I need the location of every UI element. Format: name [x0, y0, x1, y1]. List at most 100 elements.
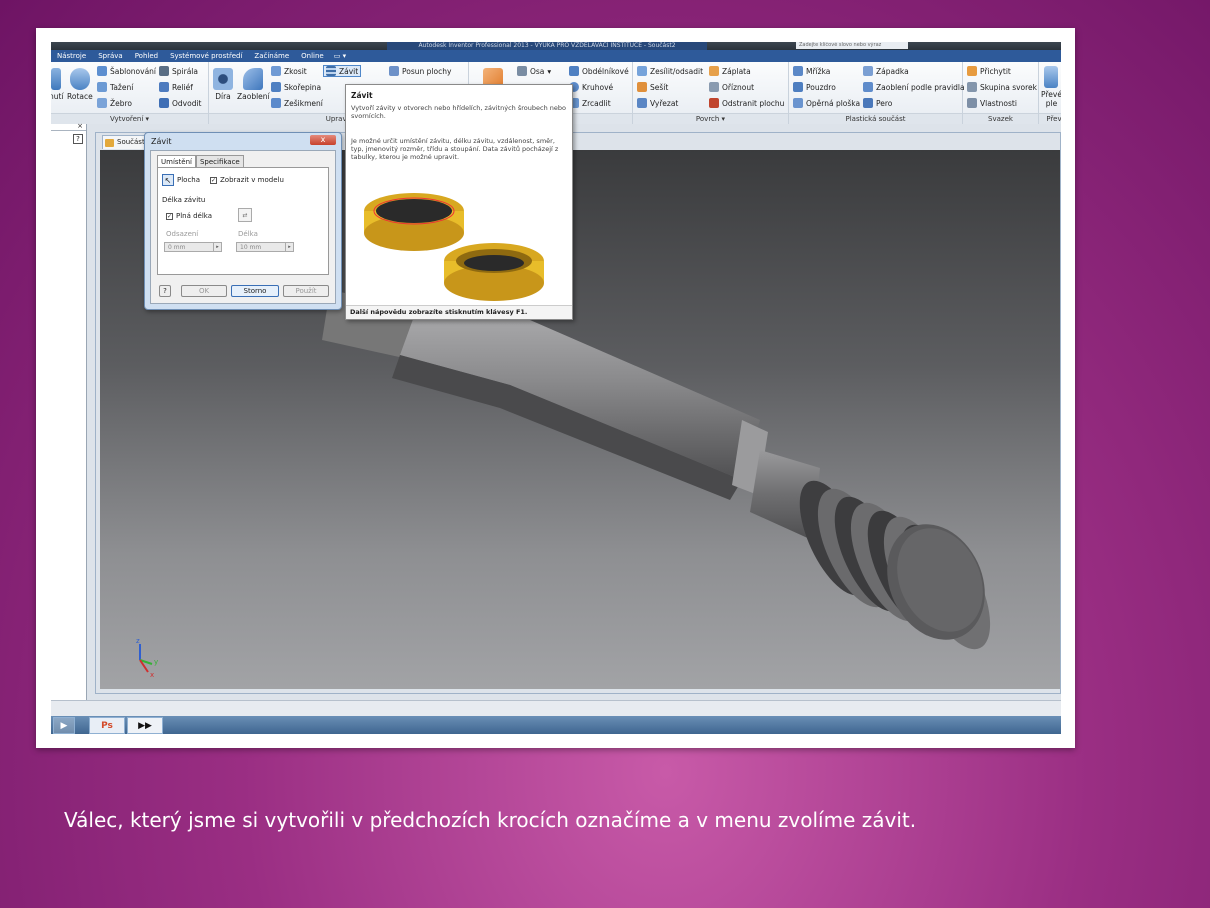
posun-plochy-button[interactable]: Posun plochy: [389, 66, 451, 76]
zesikmeni-label: Zešikmení: [284, 98, 323, 108]
ok-button[interactable]: OK: [181, 285, 227, 297]
ribbon-options-dropdown[interactable]: ▭ ▾: [330, 52, 350, 60]
dialog-help-button[interactable]: ?: [159, 285, 171, 297]
grill-icon: [793, 66, 803, 76]
pouzdro-button[interactable]: Pouzdro: [793, 82, 836, 92]
plna-delka-checkbox[interactable]: ✓ Plná délka: [166, 212, 212, 220]
vlastnosti-button[interactable]: Vlastnosti: [967, 98, 1017, 108]
oriznout-button[interactable]: Oříznout: [709, 82, 754, 92]
skorepina-button[interactable]: Skořepina: [271, 82, 321, 92]
zapadka-label: Západka: [876, 66, 909, 76]
delka-zavitu-group-label: Délka závitu: [162, 196, 205, 204]
zobrazit-v-modelu-checkbox[interactable]: ✓ Zobrazit v modelu: [210, 176, 284, 184]
relief-label: Reliéf: [172, 82, 193, 92]
slide-caption: Válec, který jsme si vytvořili v předcho…: [64, 808, 917, 832]
chevron-right-icon[interactable]: ▸: [285, 243, 293, 251]
zaplata-button[interactable]: Záplata: [709, 66, 751, 76]
operna-ploska-button[interactable]: Opěrná ploška: [793, 98, 860, 108]
taskbar-media-player[interactable]: ▶: [53, 717, 75, 734]
mrizka-button[interactable]: Mřížka: [793, 66, 830, 76]
zaobleni-button[interactable]: Zaoblení: [237, 68, 270, 101]
operna-ploska-label: Opěrná ploška: [806, 98, 861, 108]
pouzit-button[interactable]: Použít: [283, 285, 329, 297]
odsazeni-label-row: Odsazení: [166, 230, 198, 238]
flip-icon: ⇄: [238, 208, 252, 222]
sculpt-icon: [637, 98, 647, 108]
sesit-button[interactable]: Sešít: [637, 82, 668, 92]
zapadka-button[interactable]: Západka: [863, 66, 909, 76]
prevest-button[interactable]: Převé ple: [1041, 66, 1061, 108]
group-plasticka-soucast: Mřížka Pouzdro Opěrná ploška Západka Zao…: [789, 62, 965, 124]
zrcadlit-button[interactable]: Zrcadlit: [569, 98, 611, 108]
dira-button[interactable]: Díra: [213, 68, 233, 101]
delka-input[interactable]: 10 mm ▸: [236, 242, 294, 252]
chevron-right-icon[interactable]: ▸: [213, 243, 221, 251]
browser-header: ×: [51, 122, 86, 131]
rotace-button[interactable]: Rotace: [67, 68, 93, 101]
tab-zaciname[interactable]: Začínáme: [248, 50, 295, 62]
zavit-button[interactable]: Závit: [323, 65, 362, 77]
skupina-svorek-button[interactable]: Skupina svorek: [967, 82, 1037, 92]
tooltip-title: Závit: [351, 91, 373, 100]
taskbar-inventor[interactable]: ▶▶: [127, 717, 163, 734]
vyrezat-button[interactable]: Vyřezat: [637, 98, 678, 108]
close-icon[interactable]: ×: [77, 122, 83, 130]
lip-icon: [863, 98, 873, 108]
tab-pohled[interactable]: Pohled: [129, 50, 164, 62]
odstranit-plochu-button[interactable]: Odstranit plochu: [709, 98, 784, 108]
group-label-vytvoreni[interactable]: Vytvoření ▾: [51, 113, 208, 124]
loft-icon: [97, 66, 107, 76]
spirala-button[interactable]: Spirála: [159, 66, 198, 76]
tazeni-button[interactable]: Tažení: [97, 82, 133, 92]
tab-nastroje[interactable]: Nástroje: [51, 50, 92, 62]
delka-field-row: 10 mm ▸: [236, 242, 294, 252]
boss-icon: [793, 82, 803, 92]
group-label-svazek: Svazek: [963, 113, 1038, 124]
osa-button[interactable]: Osa ▾: [517, 66, 551, 76]
zkosit-button[interactable]: Zkosit: [271, 66, 307, 76]
tab-systemove-prostredi[interactable]: Systémové prostředí: [164, 50, 248, 62]
emboss-icon: [159, 82, 169, 92]
ribbon-tabs: Nástroje Správa Pohled Systémové prostře…: [51, 50, 1061, 62]
help-icon[interactable]: ?: [73, 134, 83, 144]
sablonovani-button[interactable]: Šablonování: [97, 66, 156, 76]
zrcadlit-label: Zrcadlit: [582, 98, 611, 108]
odvodit-button[interactable]: Odvodit: [159, 98, 201, 108]
storno-button[interactable]: Storno: [231, 285, 279, 297]
zesilit-button[interactable]: Zesílit/odsadit: [637, 66, 703, 76]
obdelnikove-button[interactable]: Obdélníkové: [569, 66, 629, 76]
osa-label: Osa: [530, 66, 545, 76]
mrizka-label: Mřížka: [806, 66, 831, 76]
group-label-povrch[interactable]: Povrch ▾: [633, 113, 788, 124]
tab-sprava[interactable]: Správa: [92, 50, 129, 62]
taskbar-photoshop[interactable]: Ps: [89, 717, 125, 734]
zesikmeni-button[interactable]: Zešikmení: [271, 98, 323, 108]
extrude-button[interactable]: nutí: [51, 68, 64, 101]
zobrazit-label: Zobrazit v modelu: [220, 176, 284, 184]
zaobleni-podle-pravidla-button[interactable]: Zaoblení podle pravidla: [863, 82, 965, 92]
plna-delka-label: Plná délka: [176, 212, 213, 220]
pero-button[interactable]: Pero: [863, 98, 892, 108]
checkbox-checked-icon: ✓: [166, 212, 173, 220]
odsazeni-input[interactable]: 0 mm ▸: [164, 242, 222, 252]
revolve-icon: [69, 68, 90, 90]
odstranit-plochu-label: Odstranit plochu: [722, 98, 785, 108]
hole-icon: [213, 68, 233, 90]
relief-button[interactable]: Reliéf: [159, 82, 193, 92]
sweep-icon: [97, 82, 107, 92]
zaobleni-podle-pravidla-label: Zaoblení podle pravidla: [876, 82, 965, 92]
prichytit-button[interactable]: Přichytit: [967, 66, 1011, 76]
draft-icon: [271, 98, 281, 108]
svg-text:x: x: [150, 671, 154, 679]
tab-online[interactable]: Online: [295, 50, 330, 62]
help-search-input[interactable]: Zadejte klíčové slovo nebo výraz: [796, 42, 908, 49]
plocha-selector[interactable]: ↖ Plocha: [162, 174, 200, 186]
kruhove-button[interactable]: Kruhové: [569, 82, 613, 92]
zebro-button[interactable]: Žebro: [97, 98, 132, 108]
flip-direction-button[interactable]: ⇄: [238, 208, 252, 222]
skorepina-label: Skořepina: [284, 82, 322, 92]
prichytit-label: Přichytit: [980, 66, 1011, 76]
dialog-close-button[interactable]: x: [310, 135, 336, 145]
select-arrow-icon: ↖: [162, 174, 174, 186]
obdelnikove-label: Obdélníkové: [582, 66, 629, 76]
